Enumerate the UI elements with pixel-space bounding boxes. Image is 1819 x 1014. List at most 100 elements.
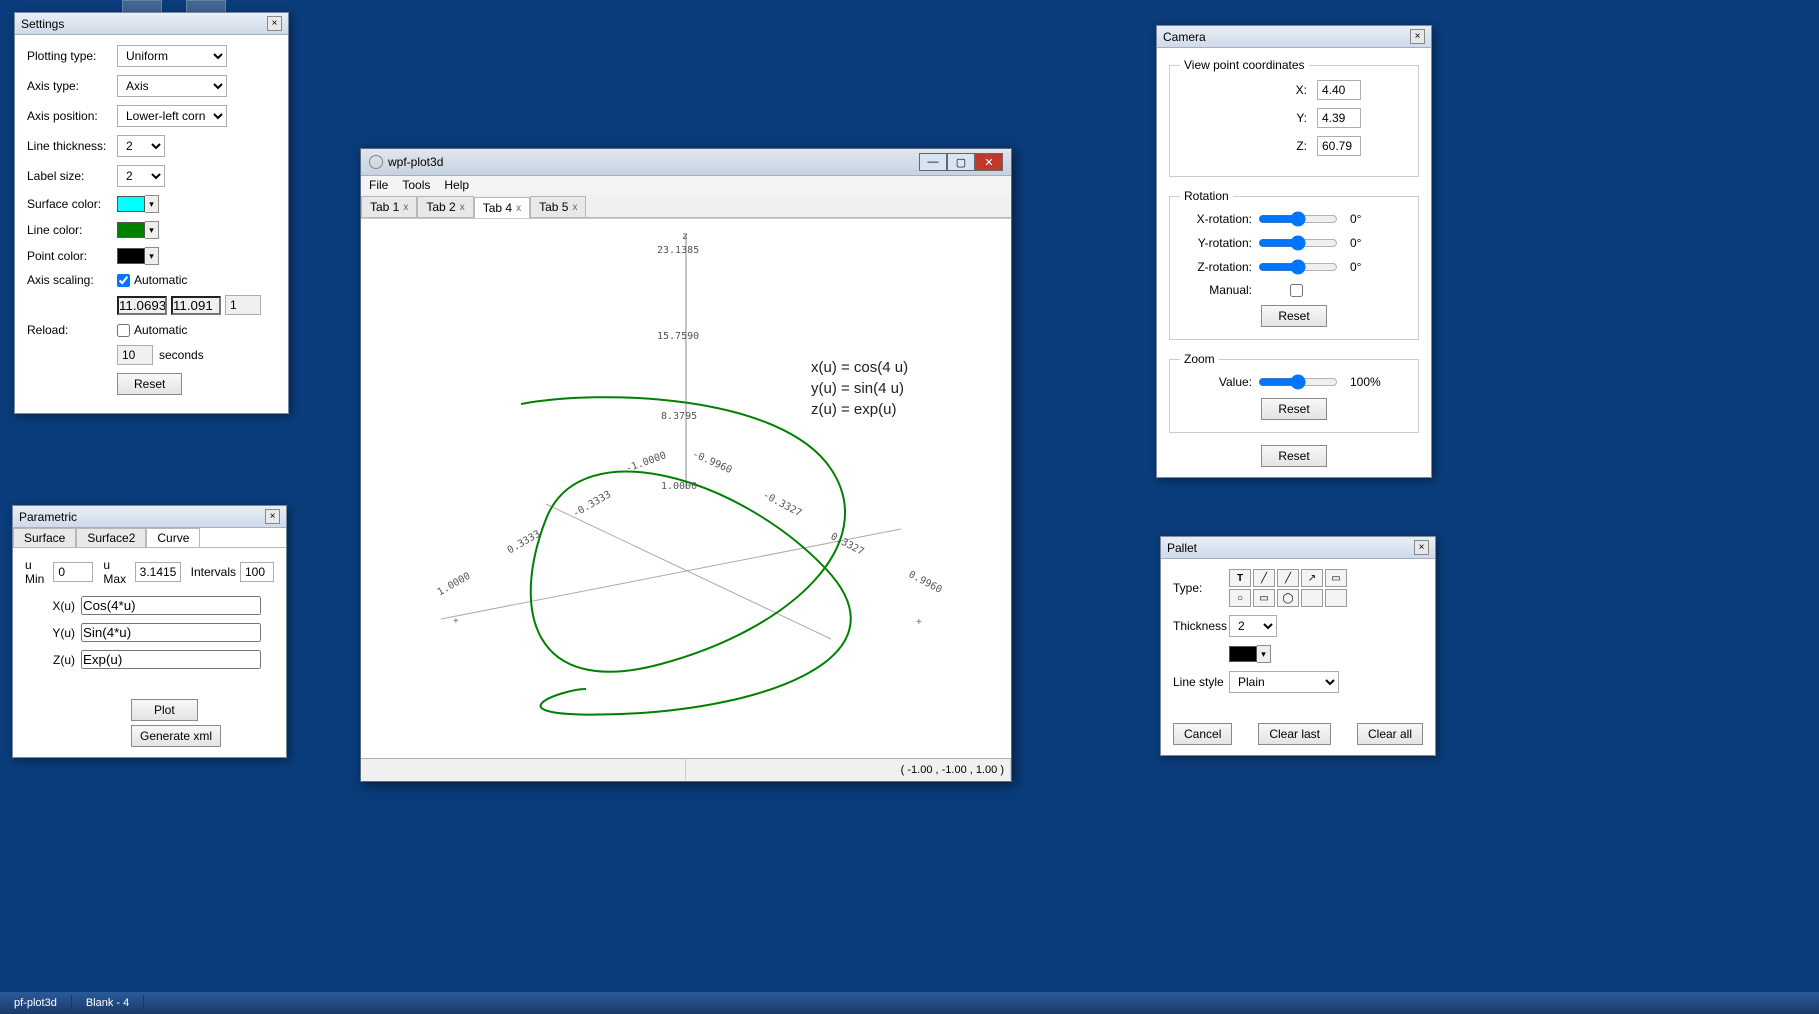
zrot-label: Z-rotation: <box>1180 260 1252 274</box>
reload-seconds-input[interactable] <box>117 345 153 365</box>
yu-input[interactable] <box>81 623 261 642</box>
tool-line-1[interactable]: ╱ <box>1253 569 1275 587</box>
line-thickness-select[interactable]: 2 <box>117 135 165 157</box>
zoom-reset-button[interactable]: Reset <box>1261 398 1326 420</box>
axis-scaling-auto-checkbox[interactable] <box>117 274 130 287</box>
camera-reset-all-button[interactable]: Reset <box>1261 445 1326 467</box>
parametric-titlebar[interactable]: Parametric × <box>13 506 286 528</box>
camera-x-input[interactable] <box>1317 80 1361 100</box>
axis-type-select[interactable]: Axis <box>117 75 227 97</box>
close-tab-icon[interactable]: x <box>516 203 521 214</box>
plot-tab-4[interactable]: Tab 4x <box>474 197 530 218</box>
axis-position-select[interactable]: Lower-left corner <box>117 105 227 127</box>
maximize-button[interactable]: ▢ <box>947 153 975 171</box>
taskbar: pf-plot3d Blank - 4 <box>0 992 1819 1014</box>
scale-z-input[interactable] <box>225 295 261 315</box>
svg-text:+: + <box>916 617 922 628</box>
plot-tab-1[interactable]: Tab 1x <box>361 196 417 217</box>
line-color-picker[interactable]: ▾ <box>117 221 159 239</box>
reload-auto-checkbox[interactable] <box>117 324 130 337</box>
z-axis-label: z <box>682 231 688 242</box>
clear-all-button[interactable]: Clear all <box>1357 723 1423 745</box>
manual-checkbox[interactable] <box>1290 284 1303 297</box>
camera-z-label: Z: <box>1227 139 1307 153</box>
parametric-title: Parametric <box>19 510 77 524</box>
close-button[interactable]: ✕ <box>975 153 1003 171</box>
pallet-titlebar[interactable]: Pallet × <box>1161 537 1435 559</box>
cancel-button[interactable]: Cancel <box>1173 723 1232 745</box>
axis-position-label: Axis position: <box>27 109 117 123</box>
close-tab-icon[interactable]: x <box>460 202 465 213</box>
clear-last-button[interactable]: Clear last <box>1258 723 1331 745</box>
plotting-type-select[interactable]: Uniform <box>117 45 227 67</box>
menu-file[interactable]: File <box>369 178 388 192</box>
taskbar-btn-1[interactable]: Blank - 4 <box>72 995 144 1011</box>
umin-input[interactable] <box>53 562 93 582</box>
intervals-input[interactable] <box>240 562 274 582</box>
plot-tab-5[interactable]: Tab 5x <box>530 196 586 217</box>
close-tab-icon[interactable]: x <box>572 202 577 213</box>
camera-title: Camera <box>1163 30 1206 44</box>
plot-button[interactable]: Plot <box>131 699 198 721</box>
zrot-slider[interactable] <box>1258 259 1338 275</box>
tool-circle[interactable]: ○ <box>1229 589 1251 607</box>
close-icon[interactable]: × <box>1410 29 1425 44</box>
tab-curve[interactable]: Curve <box>146 528 200 547</box>
plot-canvas[interactable]: + + z 23.1385 15.7590 8.3795 1.0000 -1.0… <box>361 218 1011 758</box>
rotation-reset-button[interactable]: Reset <box>1261 305 1326 327</box>
camera-titlebar[interactable]: Camera × <box>1157 26 1431 48</box>
tool-line-2[interactable]: ╱ <box>1277 569 1299 587</box>
tool-text[interactable]: T <box>1229 569 1251 587</box>
label-size-select[interactable]: 2 <box>117 165 165 187</box>
plot-tab-2[interactable]: Tab 2x <box>417 196 473 217</box>
zu-input[interactable] <box>81 650 261 669</box>
line-thickness-label: Line thickness: <box>27 139 117 153</box>
scale-x-input[interactable] <box>117 296 167 315</box>
surface-color-picker[interactable]: ▾ <box>117 195 159 213</box>
menu-tools[interactable]: Tools <box>402 178 430 192</box>
menu-help[interactable]: Help <box>444 178 469 192</box>
scale-y-input[interactable] <box>171 296 221 315</box>
taskbar-btn-0[interactable]: pf-plot3d <box>0 995 72 1011</box>
close-icon[interactable]: × <box>267 16 282 31</box>
generate-xml-button[interactable]: Generate xml <box>131 725 221 747</box>
xu-input[interactable] <box>81 596 261 615</box>
minimize-button[interactable]: — <box>919 153 947 171</box>
point-color-picker[interactable]: ▾ <box>117 247 159 265</box>
axis-scaling-auto-label: Automatic <box>134 273 187 287</box>
yu-label: Y(u) <box>25 626 75 640</box>
plot3d-titlebar[interactable]: wpf-plot3d — ▢ ✕ <box>361 149 1011 176</box>
zoom-slider[interactable] <box>1258 374 1338 390</box>
tool-grid: T ╱ ╱ ↗ ▭ ○ ▭ ◯ <box>1229 569 1347 607</box>
close-tab-icon[interactable]: x <box>403 202 408 213</box>
pallet-color-picker[interactable]: ▾ <box>1229 645 1271 663</box>
camera-z-input[interactable] <box>1317 136 1361 156</box>
line-style-select[interactable]: Plain <box>1229 671 1339 693</box>
tool-rect-2[interactable]: ▭ <box>1253 589 1275 607</box>
tool-blank-2[interactable] <box>1325 589 1347 607</box>
tool-ellipse[interactable]: ◯ <box>1277 589 1299 607</box>
camera-window: Camera × View point coordinates X: Y: Z:… <box>1156 25 1432 478</box>
yrot-slider[interactable] <box>1258 235 1338 251</box>
thickness-select[interactable]: 2 <box>1229 615 1277 637</box>
reload-seconds-unit: seconds <box>159 348 204 362</box>
tab-surface2[interactable]: Surface2 <box>76 528 146 547</box>
settings-titlebar[interactable]: Settings × <box>15 13 288 35</box>
tab-surface[interactable]: Surface <box>13 528 76 547</box>
umax-input[interactable] <box>135 562 181 582</box>
z-tick-3: 1.0000 <box>661 481 697 492</box>
plotting-type-label: Plotting type: <box>27 49 117 63</box>
camera-y-input[interactable] <box>1317 108 1361 128</box>
reload-label: Reload: <box>27 323 117 337</box>
zoom-label: Value: <box>1180 375 1252 389</box>
tool-arrow[interactable]: ↗ <box>1301 569 1323 587</box>
label-size-label: Label size: <box>27 169 117 183</box>
settings-reset-button[interactable]: Reset <box>117 373 182 395</box>
manual-label: Manual: <box>1180 283 1252 297</box>
close-icon[interactable]: × <box>265 509 280 524</box>
z-tick-0: 23.1385 <box>657 245 699 256</box>
tool-blank-1[interactable] <box>1301 589 1323 607</box>
close-icon[interactable]: × <box>1414 540 1429 555</box>
xrot-slider[interactable] <box>1258 211 1338 227</box>
tool-rect-1[interactable]: ▭ <box>1325 569 1347 587</box>
